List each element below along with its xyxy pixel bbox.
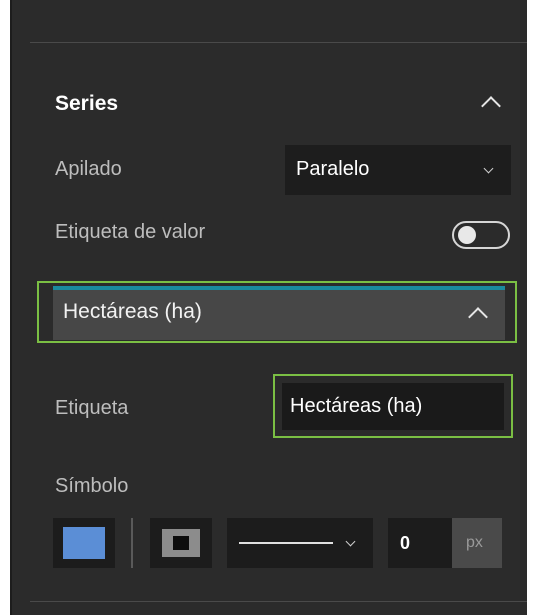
outline-style-icon bbox=[162, 529, 200, 557]
line-width-input[interactable]: 0 bbox=[388, 518, 452, 568]
series-label-input[interactable] bbox=[282, 383, 504, 430]
value-label-label: Etiqueta de valor bbox=[55, 221, 206, 243]
left-margin bbox=[0, 0, 10, 615]
series-item-header[interactable]: Hectáreas (ha) bbox=[53, 286, 505, 340]
collapse-series-item-chevron-up-icon[interactable] bbox=[468, 307, 488, 327]
toggle-knob bbox=[458, 226, 476, 244]
chevron-down-icon bbox=[345, 536, 356, 547]
series-label-input-box bbox=[282, 383, 504, 430]
value-label-toggle[interactable] bbox=[452, 221, 510, 249]
section-divider-bottom bbox=[30, 601, 527, 602]
outline-color-button[interactable] bbox=[150, 518, 212, 568]
line-width-value: 0 bbox=[400, 533, 411, 553]
symbol-separator bbox=[131, 518, 133, 568]
fill-color-swatch bbox=[63, 527, 105, 559]
stacking-select[interactable]: Paralelo bbox=[285, 145, 511, 195]
line-style-select[interactable] bbox=[227, 518, 373, 568]
series-accent-bar bbox=[53, 286, 505, 290]
stacking-selected-value: Paralelo bbox=[296, 158, 370, 180]
solid-line-icon bbox=[239, 542, 333, 544]
unit-label: px bbox=[466, 534, 483, 551]
left-divider bbox=[10, 0, 12, 615]
line-width-unit: px bbox=[452, 518, 502, 568]
chart-settings-panel: Series Apilado Paralelo Etiqueta de valo… bbox=[0, 0, 537, 615]
section-divider-top bbox=[30, 42, 527, 43]
fill-color-button[interactable] bbox=[53, 518, 115, 568]
chevron-down-icon bbox=[483, 163, 494, 174]
right-margin bbox=[527, 0, 537, 615]
series-section-title: Series bbox=[55, 92, 119, 115]
series-label-label: Etiqueta bbox=[55, 397, 129, 419]
series-item-title: Hectáreas (ha) bbox=[63, 300, 202, 323]
stacking-label: Apilado bbox=[55, 158, 122, 180]
symbol-label: Símbolo bbox=[55, 475, 129, 497]
